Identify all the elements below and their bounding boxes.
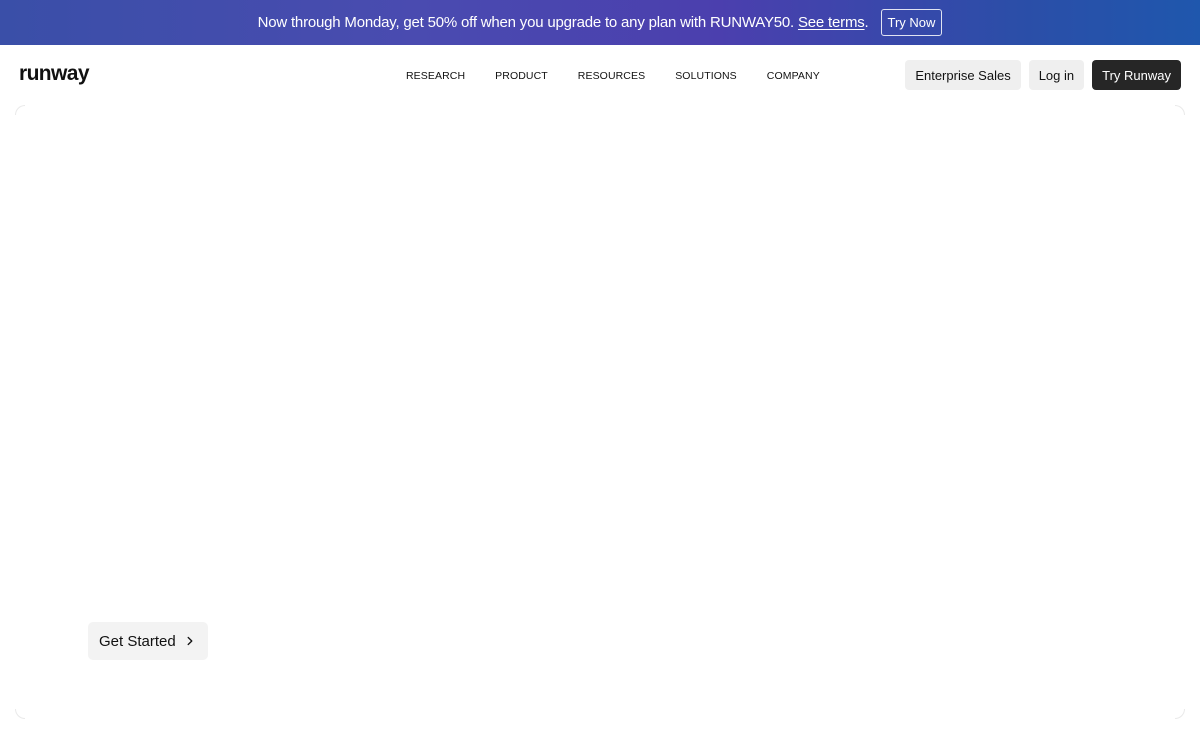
nav-product[interactable]: PRODUCT xyxy=(480,68,563,84)
runway-logo[interactable]: runway xyxy=(19,62,90,86)
promo-period: . xyxy=(864,14,869,31)
nav-resources[interactable]: RESOURCES xyxy=(563,68,660,84)
hero-corner-top-right xyxy=(1175,105,1185,115)
enterprise-sales-button[interactable]: Enterprise Sales xyxy=(905,60,1021,90)
hero-corner-top-left xyxy=(15,105,25,115)
hero-corner-bottom-left xyxy=(15,709,25,719)
try-runway-button[interactable]: Try Runway xyxy=(1092,60,1181,90)
main-nav: RESEARCH PRODUCT RESOURCES SOLUTIONS COM… xyxy=(391,68,835,84)
nav-actions: Enterprise Sales Log in Try Runway xyxy=(905,60,1181,90)
promo-text: Now through Monday, get 50% off when you… xyxy=(258,14,869,31)
promo-banner: Now through Monday, get 50% off when you… xyxy=(0,0,1200,45)
see-terms-link[interactable]: See terms xyxy=(798,14,865,31)
nav-solutions[interactable]: SOLUTIONS xyxy=(660,68,752,84)
promo-message: Now through Monday, get 50% off when you… xyxy=(257,14,795,31)
get-started-button[interactable]: Get Started xyxy=(88,622,208,660)
login-button[interactable]: Log in xyxy=(1028,60,1085,90)
nav-research[interactable]: RESEARCH xyxy=(391,68,480,84)
try-now-button[interactable]: Try Now xyxy=(880,9,943,36)
nav-company[interactable]: COMPANY xyxy=(752,68,835,84)
hero-corner-bottom-right xyxy=(1175,709,1185,719)
chevron-right-icon xyxy=(187,636,193,646)
get-started-label: Get Started xyxy=(99,632,176,650)
navbar: runway RESEARCH PRODUCT RESOURCES SOLUTI… xyxy=(0,45,1200,105)
